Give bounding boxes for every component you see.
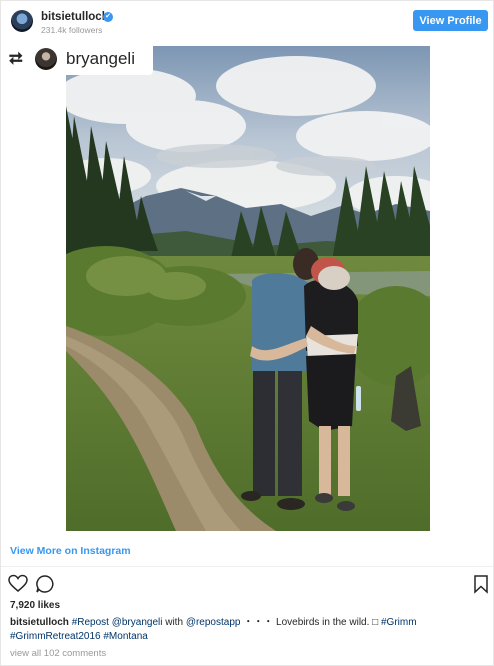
repost-username[interactable]: bryangeli: [66, 49, 135, 69]
divider: [1, 566, 493, 567]
hashtag-montana[interactable]: #Montana: [103, 631, 147, 642]
view-comments-link[interactable]: view all 102 comments: [10, 648, 106, 659]
post-photo[interactable]: [66, 46, 430, 531]
user-avatar-icon[interactable]: [11, 10, 33, 32]
photo-couple-hugging-on-trail: [66, 46, 430, 531]
comment-icon[interactable]: [35, 574, 55, 594]
view-profile-button[interactable]: View Profile: [413, 10, 488, 31]
heart-icon[interactable]: [8, 574, 28, 594]
bookmark-icon[interactable]: [471, 574, 491, 594]
hashtag-repost[interactable]: #Repost: [72, 617, 109, 628]
like-count: 7,920 likes: [10, 600, 61, 611]
username[interactable]: bitsietulloch: [41, 11, 109, 23]
caption: bitsietulloch #Repost @bryangeli with @r…: [10, 616, 480, 644]
caption-with: with: [165, 617, 184, 628]
hashtag-grimm[interactable]: #Grimm: [381, 617, 417, 628]
hashtag-grimmretreat2016[interactable]: #GrimmRetreat2016: [10, 631, 101, 642]
repost-avatar-icon[interactable]: [35, 48, 57, 70]
caption-text: Lovebirds in the wild. □: [276, 617, 379, 628]
instagram-embed-card: bitsietulloch ✔ 231.4k followers View Pr…: [0, 0, 494, 666]
mention-bryangeli[interactable]: @bryangeli: [112, 617, 163, 628]
post-header: bitsietulloch ✔ 231.4k followers View Pr…: [1, 1, 493, 43]
follower-count: 231.4k followers: [41, 25, 103, 35]
repost-icon: ⮂: [9, 49, 23, 68]
verified-badge-icon: ✔: [103, 12, 113, 22]
caption-username[interactable]: bitsietulloch: [10, 617, 69, 628]
view-more-link[interactable]: View More on Instagram: [10, 545, 131, 557]
repost-badge: ⮂ bryangeli: [1, 43, 153, 75]
caption-dots: ・・・: [243, 617, 274, 628]
mention-repostapp[interactable]: @repostapp: [186, 617, 241, 628]
